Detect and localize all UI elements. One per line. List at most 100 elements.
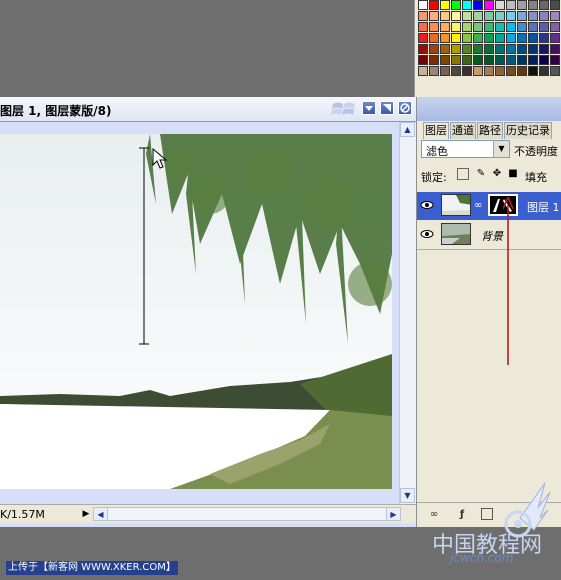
color-swatch[interactable] bbox=[495, 55, 505, 65]
color-swatch[interactable] bbox=[462, 33, 472, 43]
color-swatch[interactable] bbox=[451, 33, 461, 43]
color-swatch[interactable] bbox=[506, 66, 516, 76]
color-swatch[interactable] bbox=[473, 22, 483, 32]
color-swatch[interactable] bbox=[539, 66, 549, 76]
color-swatch[interactable] bbox=[440, 55, 450, 65]
layer-style-icon[interactable]: ƒ bbox=[455, 508, 469, 522]
color-swatch[interactable] bbox=[528, 66, 538, 76]
scroll-right-icon[interactable]: ▶ bbox=[386, 507, 401, 521]
color-swatch[interactable] bbox=[506, 0, 516, 10]
color-swatch[interactable] bbox=[429, 33, 439, 43]
color-swatch[interactable] bbox=[418, 44, 428, 54]
color-swatch[interactable] bbox=[451, 22, 461, 32]
color-swatch[interactable] bbox=[484, 0, 494, 10]
color-swatch[interactable] bbox=[429, 44, 439, 54]
layer1-thumbnail[interactable] bbox=[441, 194, 471, 216]
eye-icon[interactable] bbox=[420, 228, 434, 242]
close-icon[interactable] bbox=[398, 101, 412, 115]
color-swatch[interactable] bbox=[539, 0, 549, 10]
color-swatch[interactable] bbox=[539, 55, 549, 65]
color-swatch[interactable] bbox=[506, 44, 516, 54]
tab-layers[interactable]: 图层 bbox=[423, 122, 449, 139]
scroll-down-icon[interactable]: ▼ bbox=[400, 488, 415, 503]
color-swatch[interactable] bbox=[462, 0, 472, 10]
color-swatch[interactable] bbox=[462, 11, 472, 21]
image-canvas[interactable] bbox=[0, 134, 392, 489]
color-swatch[interactable] bbox=[550, 22, 560, 32]
color-swatch[interactable] bbox=[495, 0, 505, 10]
color-swatch[interactable] bbox=[517, 66, 527, 76]
minimize-icon[interactable] bbox=[362, 101, 376, 115]
color-swatch[interactable] bbox=[440, 66, 450, 76]
color-swatch[interactable] bbox=[550, 44, 560, 54]
lock-all-icon[interactable]: ■ bbox=[507, 168, 519, 180]
color-swatch[interactable] bbox=[418, 66, 428, 76]
color-swatch[interactable] bbox=[495, 11, 505, 21]
color-swatch[interactable] bbox=[418, 0, 428, 10]
color-swatch[interactable] bbox=[550, 11, 560, 21]
color-swatch[interactable] bbox=[517, 55, 527, 65]
link-layers-icon[interactable]: ∞ bbox=[427, 508, 441, 522]
color-swatch[interactable] bbox=[473, 11, 483, 21]
color-swatch[interactable] bbox=[539, 33, 549, 43]
color-swatch[interactable] bbox=[506, 22, 516, 32]
lock-move-icon[interactable]: ✥ bbox=[491, 168, 503, 180]
color-swatch[interactable] bbox=[528, 55, 538, 65]
tab-paths[interactable]: 路径 bbox=[477, 122, 503, 139]
color-swatch[interactable] bbox=[418, 22, 428, 32]
color-swatch[interactable] bbox=[550, 33, 560, 43]
tab-history[interactable]: 历史记录 bbox=[504, 122, 552, 139]
color-swatch[interactable] bbox=[517, 22, 527, 32]
color-swatch[interactable] bbox=[539, 22, 549, 32]
color-swatch[interactable] bbox=[473, 66, 483, 76]
color-swatch[interactable] bbox=[473, 33, 483, 43]
color-swatch[interactable] bbox=[506, 55, 516, 65]
color-swatch[interactable] bbox=[484, 44, 494, 54]
link-icon[interactable]: ∞ bbox=[474, 200, 482, 211]
color-swatch[interactable] bbox=[495, 33, 505, 43]
color-swatch[interactable] bbox=[528, 44, 538, 54]
color-swatch[interactable] bbox=[528, 0, 538, 10]
color-swatch[interactable] bbox=[517, 11, 527, 21]
color-swatch[interactable] bbox=[418, 11, 428, 21]
eye-icon[interactable] bbox=[420, 199, 434, 213]
panel-header[interactable] bbox=[417, 97, 561, 121]
color-swatch[interactable] bbox=[484, 66, 494, 76]
color-swatch[interactable] bbox=[451, 11, 461, 21]
color-swatch[interactable] bbox=[484, 11, 494, 21]
color-swatch[interactable] bbox=[473, 44, 483, 54]
layer-row-background[interactable]: 背景 bbox=[417, 221, 561, 250]
horizontal-scrollbar[interactable]: ◀ ▶ bbox=[93, 507, 401, 521]
color-swatch[interactable] bbox=[528, 22, 538, 32]
color-swatch[interactable] bbox=[495, 22, 505, 32]
color-swatch[interactable] bbox=[528, 33, 538, 43]
background-thumbnail[interactable] bbox=[441, 223, 471, 245]
scroll-left-icon[interactable]: ◀ bbox=[93, 507, 108, 521]
color-swatch[interactable] bbox=[451, 66, 461, 76]
color-swatch[interactable] bbox=[440, 11, 450, 21]
color-swatch[interactable] bbox=[429, 11, 439, 21]
color-swatch[interactable] bbox=[484, 22, 494, 32]
color-swatch[interactable] bbox=[484, 33, 494, 43]
color-swatch[interactable] bbox=[462, 22, 472, 32]
lock-brush-icon[interactable]: ✎ bbox=[475, 168, 487, 180]
status-menu-icon[interactable]: ▶ bbox=[80, 508, 92, 520]
color-swatch[interactable] bbox=[429, 0, 439, 10]
scroll-up-icon[interactable]: ▲ bbox=[400, 122, 415, 137]
color-swatch[interactable] bbox=[462, 55, 472, 65]
color-swatch[interactable] bbox=[429, 66, 439, 76]
color-swatch[interactable] bbox=[506, 11, 516, 21]
blend-mode-select[interactable]: 滤色 ▼ bbox=[421, 140, 510, 158]
color-swatch[interactable] bbox=[517, 0, 527, 10]
color-swatch[interactable] bbox=[473, 0, 483, 10]
color-swatch[interactable] bbox=[440, 22, 450, 32]
color-swatch[interactable] bbox=[539, 44, 549, 54]
color-swatch[interactable] bbox=[517, 33, 527, 43]
vertical-scrollbar[interactable]: ▲ ▼ bbox=[399, 122, 417, 504]
color-swatch[interactable] bbox=[550, 66, 560, 76]
restore-icon[interactable] bbox=[380, 101, 394, 115]
document-titlebar[interactable]: 图层 1, 图层蒙版/8) bbox=[0, 97, 416, 122]
color-swatch[interactable] bbox=[429, 22, 439, 32]
color-swatch[interactable] bbox=[462, 66, 472, 76]
color-swatch[interactable] bbox=[440, 44, 450, 54]
